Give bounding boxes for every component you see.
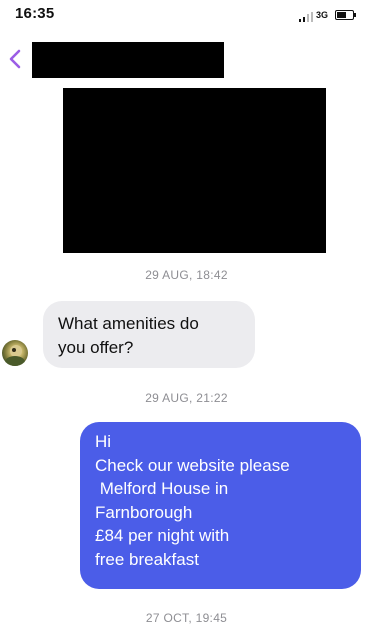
message-timestamp: 29 AUG, 21:22: [145, 391, 228, 405]
status-bar: 16:35 3G: [0, 0, 373, 26]
message-text-line: you offer?: [58, 338, 134, 357]
message-text-line: Hi: [95, 432, 112, 451]
message-text-line: free breakfast: [95, 549, 199, 569]
battery-icon: [335, 10, 354, 20]
incoming-message-bubble[interactable]: What amenities do you offer?: [43, 301, 255, 368]
message-text-line: Melford House in: [95, 479, 229, 499]
message-text-line: £84 per night with: [95, 526, 230, 546]
chevron-left-icon[interactable]: [6, 45, 26, 73]
redacted-contact-name: [32, 42, 224, 78]
message-timestamp: 27 OCT, 19:45: [145, 611, 228, 625]
redacted-shared-image: [63, 88, 326, 253]
message-text-line: What amenities do: [58, 314, 199, 333]
avatar[interactable]: [2, 340, 28, 366]
message-text-line: Check our website please: [95, 455, 290, 475]
outgoing-message-bubble[interactable]: Hi Check our website please Melford Hous…: [80, 422, 361, 589]
network-type: 3G: [316, 10, 329, 20]
message-timestamp: 29 AUG, 18:42: [145, 268, 228, 282]
battery-cap: [354, 13, 356, 17]
status-time: 16:35: [15, 5, 55, 22]
message-text-line: Farnborough: [95, 502, 193, 522]
signal-strength-icon: [299, 12, 313, 22]
